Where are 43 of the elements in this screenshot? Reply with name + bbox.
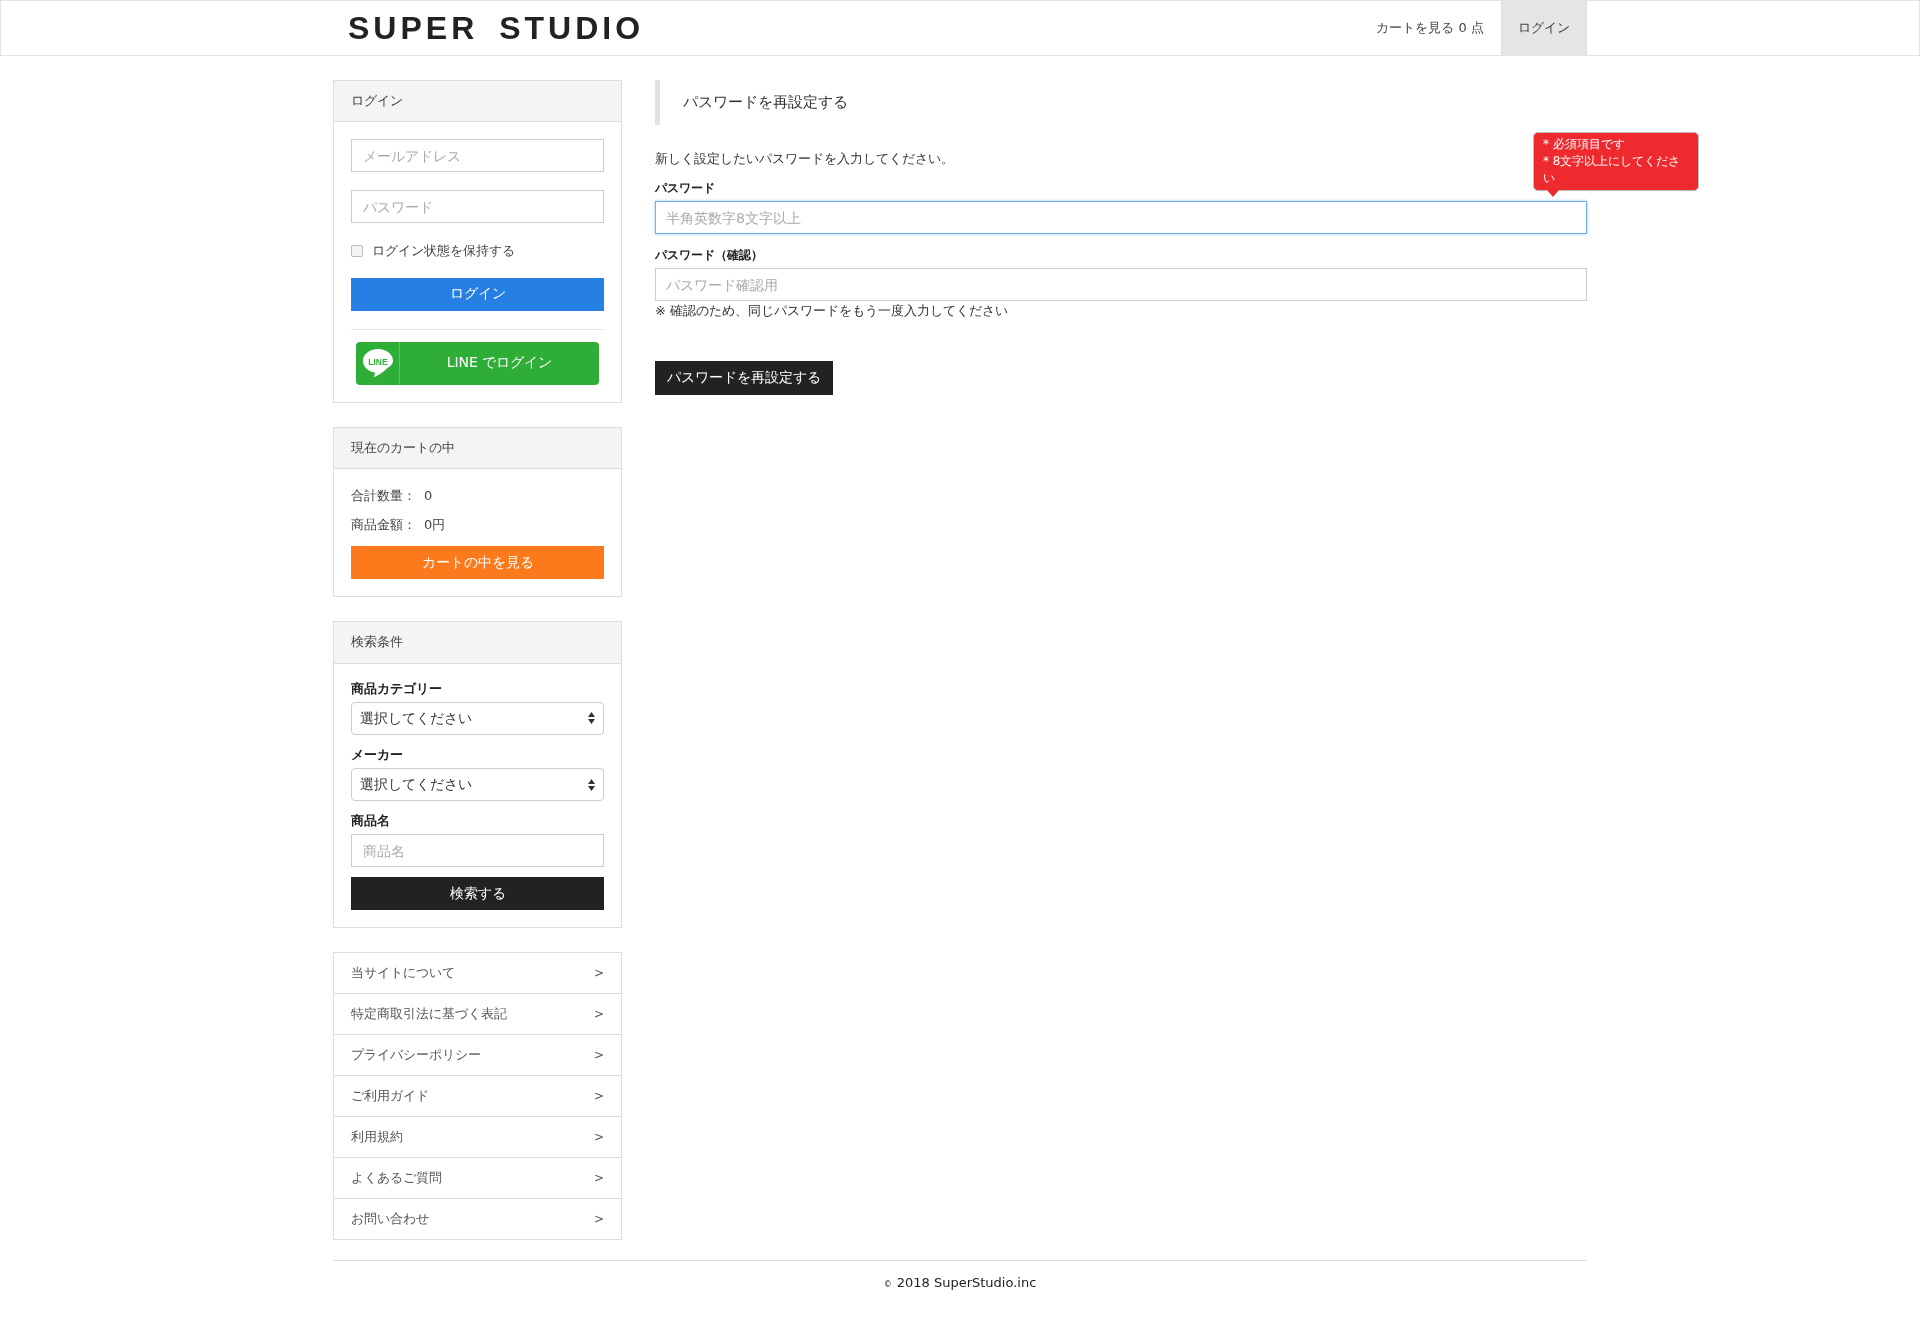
cart-link[interactable]: カートを見る 0 点: [1359, 1, 1501, 55]
cart-value: 0: [424, 487, 433, 504]
field-label: パスワード（確認）: [655, 248, 763, 263]
sidebar-link[interactable]: よくあるご質問 >: [334, 1157, 621, 1199]
cart-label: 合計数量：: [351, 487, 416, 504]
sidebar-link[interactable]: 当サイトについて >: [334, 953, 621, 994]
password-field[interactable]: パスワード: [351, 190, 604, 224]
sidebar-link[interactable]: プライバシーポリシー >: [334, 1034, 621, 1076]
sidebar-link[interactable]: お問い合わせ >: [334, 1198, 621, 1240]
select-arrows-icon: [588, 712, 595, 725]
select-arrows-icon: [588, 778, 595, 791]
select-dropdown[interactable]: 選択してください: [351, 701, 604, 735]
field-label: 商品カテゴリー: [351, 680, 443, 697]
cart-label: 商品金額：: [351, 517, 416, 534]
sidebar-link[interactable]: ご利用ガイド >: [334, 1075, 621, 1117]
field-label: 商品名: [351, 813, 391, 830]
email-field[interactable]: メールアドレス: [351, 139, 604, 173]
site-logo[interactable]: SUPER STUDIO: [348, 8, 645, 48]
login-button[interactable]: ログイン: [351, 277, 604, 311]
remember-label: ログイン状態を保持する: [372, 243, 515, 260]
field-note: ※ 確認のため、同じパスワードをもう一度入力してください: [655, 303, 1010, 320]
field-label: メーカー: [351, 746, 404, 763]
confirm-password-field[interactable]: パスワード確認用: [655, 268, 1587, 301]
sidebar-link[interactable]: 利用規約 >: [334, 1116, 621, 1158]
reset-password-button[interactable]: パスワードを再設定する: [655, 361, 833, 396]
copyright-text: © 2018 SuperStudio.inc: [333, 1260, 1587, 1300]
description-text: 新しく設定したいパスワードを入力してください。: [655, 150, 954, 167]
remember-checkbox[interactable]: [351, 245, 363, 258]
error-tooltip: * 必須項目です * 8文字以上にしてください: [1533, 132, 1699, 197]
panel-title: 現在のカートの中: [334, 427, 621, 469]
tooltip-pointer: [1547, 190, 1559, 197]
login-link[interactable]: ログイン: [1501, 1, 1587, 55]
select-dropdown[interactable]: 選択してください: [351, 768, 604, 801]
sidebar-link[interactable]: 特定商取引法に基づく表記 >: [334, 993, 621, 1035]
product-name-field[interactable]: 商品名: [351, 834, 604, 868]
cart-value: 0円: [424, 517, 446, 534]
search-button[interactable]: 検索する: [351, 877, 604, 911]
password-field[interactable]: 半角英数字8文字以上: [655, 201, 1587, 234]
panel-title: 検索条件: [334, 622, 621, 664]
field-label: パスワード: [655, 181, 715, 196]
page-heading: パスワードを再設定する: [655, 80, 1587, 125]
panel-title: ログイン: [334, 81, 621, 123]
speech-bubble-icon: LINE: [361, 348, 394, 378]
